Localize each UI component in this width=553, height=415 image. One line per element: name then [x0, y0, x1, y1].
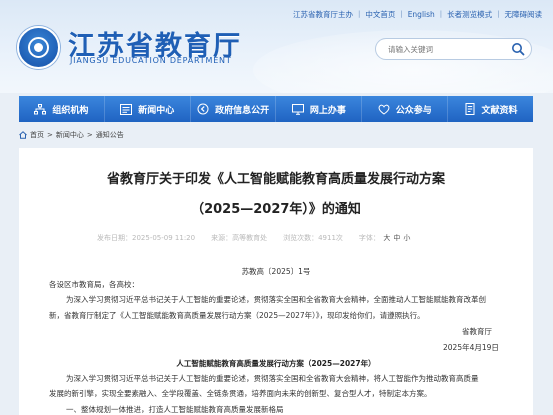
news-icon [120, 103, 133, 115]
font-size-selector: 大 中 小 [382, 233, 412, 243]
font-size-large[interactable]: 大 [383, 233, 390, 243]
nav-item-online-service[interactable]: 网上办事 [276, 96, 363, 122]
font-size-medium[interactable]: 中 [393, 233, 400, 243]
nav-item-news[interactable]: 新闻中心 [105, 96, 191, 122]
article-title-line1: 省教育厅关于印发《人工智能赋能教育高质量发展行动方案 [106, 172, 445, 187]
top-link-chinese-home[interactable]: 中文首页 [360, 9, 400, 20]
view-count: 浏览次数：4911次 [283, 233, 343, 242]
plan-title: 人工智能赋能教育高质量发展行动方案（2025—2027年） [176, 359, 376, 368]
search-icon[interactable] [510, 41, 526, 57]
nav-item-documents[interactable]: 文献资料 [448, 96, 533, 122]
section-1-heading: 一、整体规划一体推进，打造人工智能赋能教育高质量发展新格局 [66, 405, 284, 414]
main-nav: 组织机构 新闻中心 政府信息公开 网上办事 公众参与 文献资料 [19, 96, 533, 122]
public-participation-icon [378, 104, 390, 115]
nav-label: 新闻中心 [138, 105, 175, 116]
nav-label: 公众参与 [395, 105, 432, 116]
signature: 省教育厅 [462, 327, 492, 336]
article-meta: 发布日期：2025-05-09 11:20 来源：高等教育处 浏览次数：4911… [97, 232, 412, 243]
paragraph-2-line-1: 为深入学习贯彻习近平总书记关于人工智能的重要论述，贯彻落实全国和全省教育大会精神… [66, 374, 479, 383]
nav-item-public-participation[interactable]: 公众参与 [362, 96, 449, 122]
top-link-accessibility[interactable]: 无障碍阅读 [500, 9, 548, 20]
top-link-english[interactable]: English [403, 10, 440, 19]
font-size-label: 字体： [358, 233, 380, 242]
logo-emblem-icon[interactable] [17, 26, 60, 69]
nav-label: 政府信息公开 [215, 105, 270, 116]
top-link-elderly-mode[interactable]: 长者测览模式 [442, 9, 497, 20]
document-number: 苏教高〔2025〕1号 [241, 267, 311, 276]
top-links: 江苏省教育厅主办 | 中文首页 | English | 长者测览模式 | 无障碍… [288, 8, 547, 20]
search-box [375, 38, 532, 60]
site-header: 江苏省教育厅主办 | 中文首页 | English | 长者测览模式 | 无障碍… [0, 0, 553, 93]
search-input[interactable] [388, 43, 503, 56]
breadcrumb-news-center[interactable]: 新闻中心 [56, 130, 84, 140]
breadcrumb: 首页 > 新闻中心 > 通知公告 [19, 129, 125, 141]
article-panel: 省教育厅关于印发《人工智能赋能教育高质量发展行动方案 （2025—2027年）》… [19, 148, 533, 415]
nav-item-organization[interactable]: 组织机构 [19, 96, 105, 122]
site-logo-subtitle: JIANGSU EDUCATION DEPARTMENT [70, 56, 232, 65]
article-title-line2: （2025—2027年）》的通知 [191, 202, 361, 217]
home-icon [19, 131, 27, 139]
nav-label: 网上办事 [309, 105, 346, 116]
nav-item-info-disclosure[interactable]: 政府信息公开 [191, 96, 277, 122]
online-service-icon [291, 103, 304, 115]
documents-icon [465, 103, 475, 115]
salutation: 各设区市教育局，各高校： [49, 280, 139, 289]
paragraph-2-line-2: 发展的新引擎，实现全要素融入、全学段覆盖、全链条贯通，培养面向未来的创新型、复合… [49, 389, 432, 398]
paragraph-1-line-1: 为深入学习贯彻习近平总书记关于人工智能的重要论述，贯彻落实全国和全省教育大会精神… [66, 295, 486, 304]
font-size-small[interactable]: 小 [403, 233, 410, 243]
breadcrumb-home[interactable]: 首页 [30, 130, 44, 140]
article-source: 来源：高等教育处 [211, 233, 268, 242]
breadcrumb-separator: > [47, 131, 53, 139]
nav-label: 组织机构 [52, 105, 89, 116]
top-link-sponsor: 江苏省教育厅主办 [292, 9, 353, 19]
publish-time: 发布日期：2025-05-09 11:20 [97, 233, 196, 242]
signature-date: 2025年4月19日 [443, 343, 499, 352]
breadcrumb-separator: > [86, 131, 93, 139]
info-disclosure-icon [197, 103, 209, 115]
breadcrumb-notices[interactable]: 通知公告 [96, 130, 124, 140]
logo-emblem-center [34, 43, 43, 52]
paragraph-1-line-2: 新，省教育厅制定了《人工智能赋能教育高质量发展行动方案（2025—2027年）》… [49, 311, 425, 320]
org-chart-icon [34, 103, 47, 114]
nav-label: 文献资料 [481, 105, 518, 116]
